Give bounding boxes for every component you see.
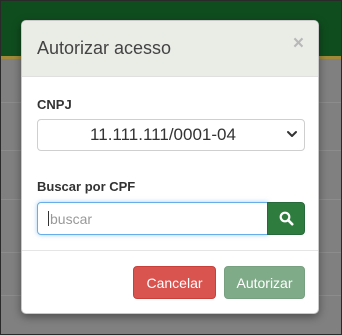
- text-caret: [48, 211, 49, 226]
- footer-divider: [22, 250, 318, 251]
- close-button[interactable]: ×: [293, 34, 304, 54]
- modal-title: Autorizar acesso: [37, 38, 172, 58]
- cnpj-select-value: 11.111.111/0001-04: [90, 125, 236, 144]
- cnpj-select[interactable]: 11.111.111/0001-04: [37, 119, 305, 151]
- search-icon: [279, 211, 293, 226]
- authorize-button[interactable]: Autorizar: [224, 266, 305, 299]
- search-button[interactable]: [267, 202, 305, 235]
- modal-header: Autorizar acesso ×: [22, 21, 318, 77]
- authorize-access-modal: Autorizar acesso × CNPJ 11.111.111/0001-…: [21, 20, 319, 314]
- chevron-down-icon: [287, 131, 297, 137]
- cpf-search-input[interactable]: buscar: [37, 202, 268, 235]
- search-placeholder: buscar: [50, 210, 93, 227]
- cnpj-label: CNPJ: [37, 97, 72, 112]
- cancel-button[interactable]: Cancelar: [133, 266, 216, 299]
- cpf-search-label: Buscar por CPF: [37, 179, 136, 194]
